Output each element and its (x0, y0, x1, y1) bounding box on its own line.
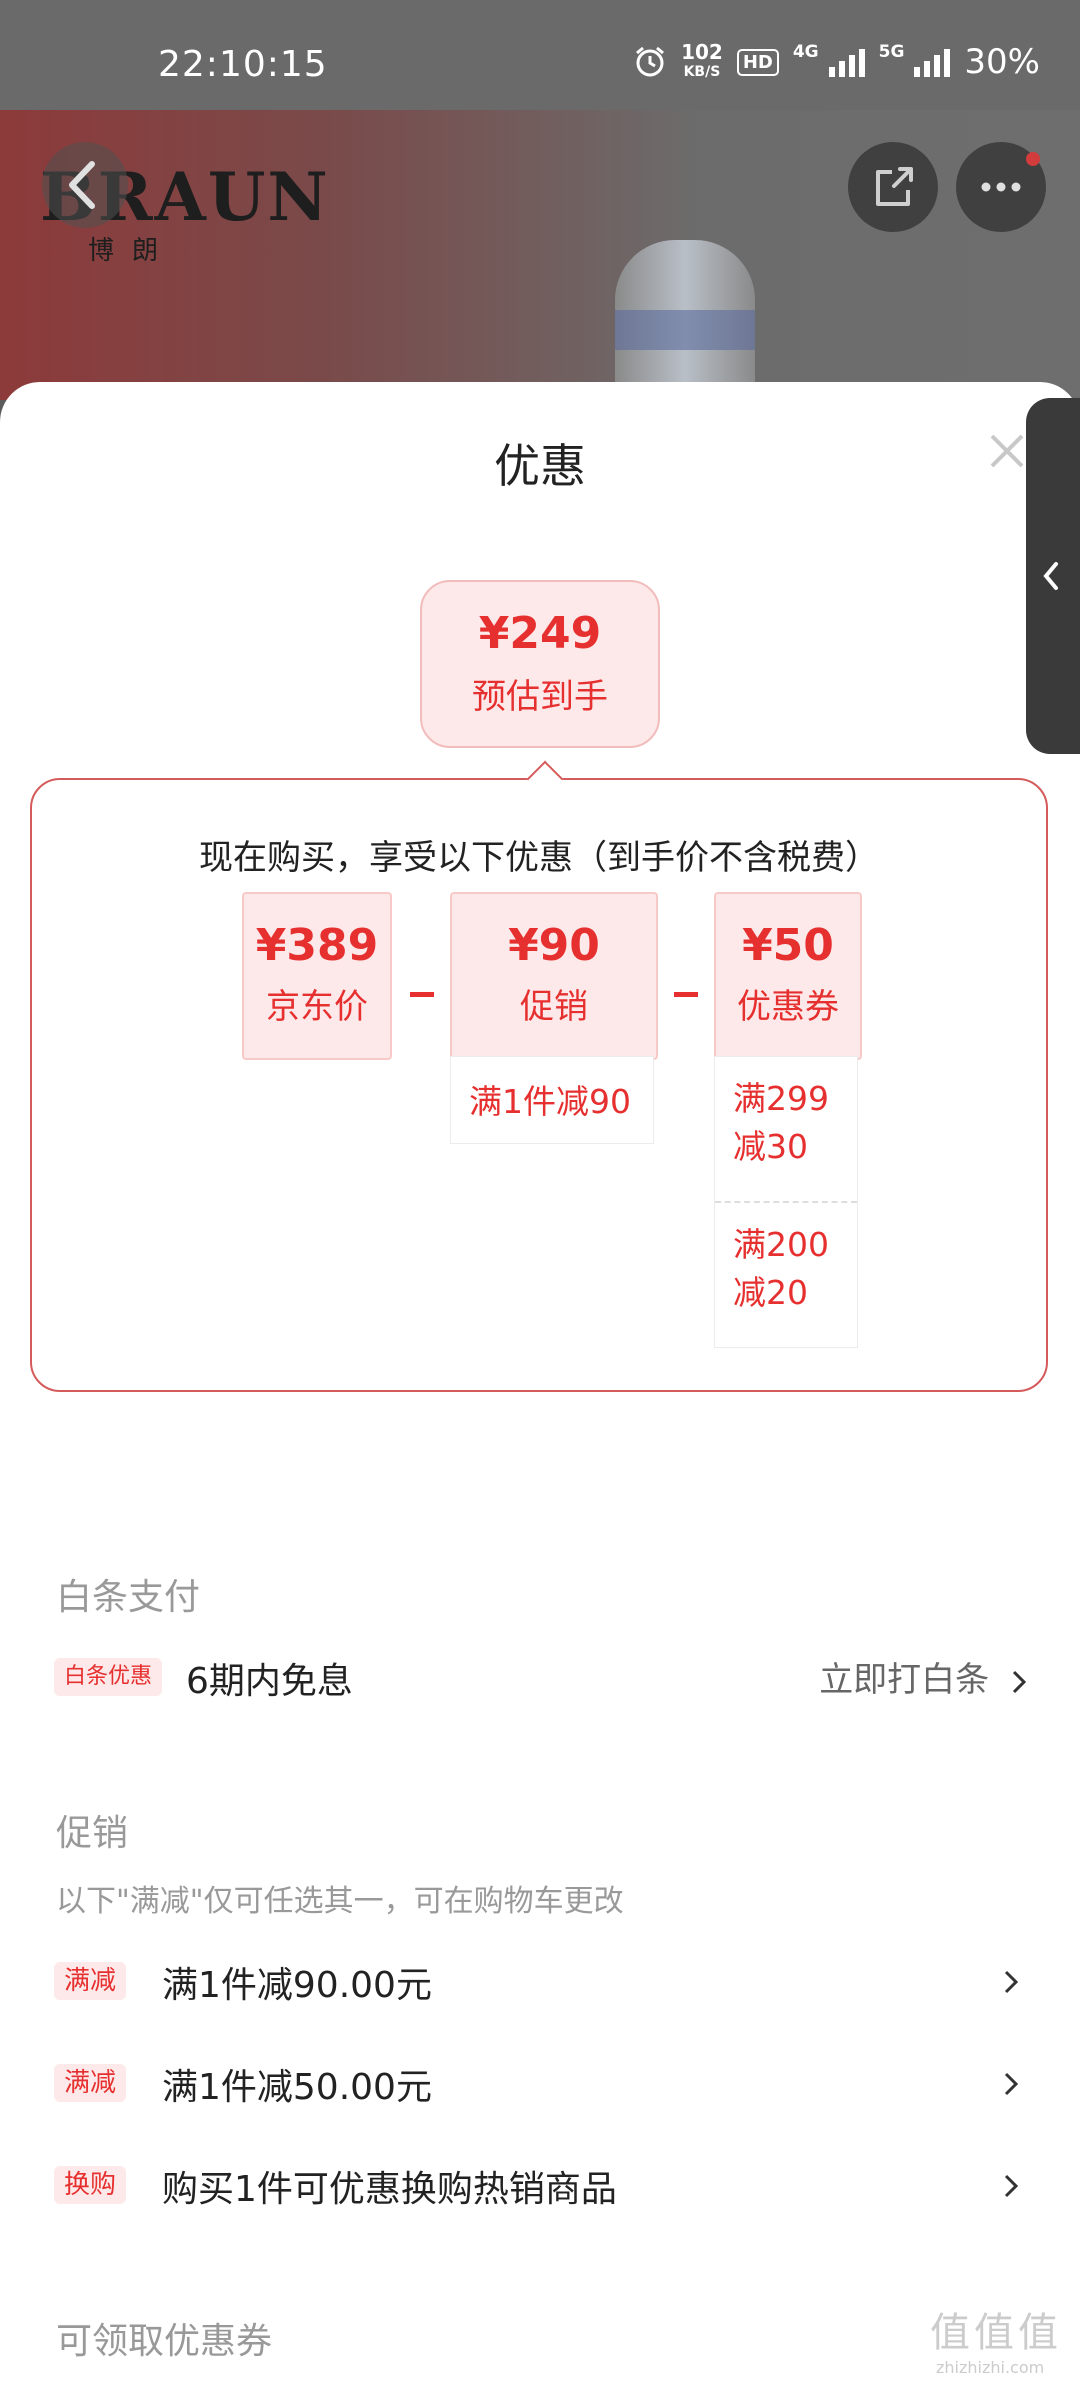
chevron-right-icon (1004, 1970, 1019, 1994)
back-arrow-icon (69, 161, 95, 209)
coupon-detail-1-line1: 满299 (733, 1079, 829, 1118)
estimated-price: ¥249 (478, 608, 602, 659)
signal-icon-2 (914, 47, 951, 77)
jd-price-cell: ¥389 京东价 (242, 892, 392, 1060)
coupon-cell: ¥50 优惠券 (714, 892, 862, 1060)
price-breakdown: 现在购买，享受以下优惠（到手价不含税费） ¥389 京东价 ¥90 促销 满1件… (30, 760, 1048, 1392)
promotion-item[interactable]: 满减 满1件减90.00元 (0, 1944, 1080, 2024)
promo-detail: 满1件减90 (450, 1056, 654, 1144)
product-header: BRAUN 博朗 (0, 110, 1080, 400)
promotion-text: 购买1件可优惠换购热销商品 (162, 2169, 617, 2210)
promotion-note: 以下"满减"仅可任选其一，可在购物车更改 (56, 1884, 624, 1919)
chevron-right-icon (1012, 1670, 1027, 1693)
product-image-band (615, 310, 755, 350)
net-speed: 102 KB/S (681, 42, 723, 82)
alarm-icon (636, 46, 665, 77)
divider (715, 1201, 857, 1203)
close-icon (990, 434, 1024, 468)
jd-price-label: 京东价 (266, 987, 368, 1027)
net-speed-unit: KB/S (683, 64, 721, 80)
more-button[interactable] (956, 142, 1046, 232)
breakdown-pointer (526, 760, 564, 798)
side-drawer-tab[interactable] (1026, 398, 1080, 754)
coupon-value: ¥50 (742, 920, 834, 971)
signal-icon (828, 47, 865, 77)
estimated-price-box: ¥249 预估到手 (420, 580, 660, 748)
sheet-title: 优惠 (494, 439, 586, 493)
share-button[interactable] (848, 142, 938, 232)
hd-badge: HD (736, 48, 779, 76)
promo-detail-text: 满1件减90 (469, 1082, 631, 1121)
promotion-section-title: 促销 (56, 1813, 129, 1854)
baitiao-action-label: 立即打白条 (819, 1660, 990, 1700)
notification-dot (1026, 152, 1040, 166)
baitiao-section-title: 白条支付 (56, 1577, 201, 1618)
watermark-site: zhizhizhi.com (936, 2358, 1045, 2377)
jd-price-value: ¥389 (255, 920, 379, 971)
minus-sign (410, 992, 434, 997)
coupon-detail-2: 满200 减20 (733, 1221, 829, 1317)
net-4g-label: 4G (792, 42, 819, 62)
promotion-item[interactable]: 换购 购买1件可优惠换购热销商品 (0, 2148, 1080, 2228)
minus-sign (674, 992, 698, 997)
coupon-detail-1: 满299 减30 (733, 1075, 829, 1171)
net-speed-value: 102 (681, 40, 723, 64)
status-time: 22:10:15 (158, 44, 328, 85)
chevron-left-icon (1043, 562, 1058, 590)
back-button[interactable] (42, 142, 128, 228)
promotion-item[interactable]: 满减 满1件减50.00元 (0, 2046, 1080, 2126)
net-5g-label: 5G (878, 42, 905, 62)
chevron-right-icon (1004, 2072, 1019, 2096)
breakdown-heading: 现在购买，享受以下优惠（到手价不含税费） (199, 838, 879, 878)
battery-level: 30% (964, 42, 1040, 82)
coupons-section-title: 可领取优惠券 (56, 2321, 273, 2362)
promo-cell: ¥90 促销 (450, 892, 658, 1060)
promo-value: ¥90 (508, 920, 600, 971)
coupon-details: 满299 减30 满200 减20 (714, 1056, 858, 1348)
promo-label: 促销 (520, 987, 588, 1027)
coupon-label: 优惠券 (737, 987, 839, 1027)
discount-sheet: 优惠 ¥249 预估到手 现在购买，享受以下优惠（到手价不含税费） ¥389 京… (0, 382, 1080, 2400)
estimated-price-label: 预估到手 (472, 677, 608, 717)
close-button[interactable] (988, 432, 1026, 474)
coupon-detail-1-line2: 减30 (733, 1127, 808, 1166)
promotion-text: 满1件减90.00元 (162, 1965, 432, 2006)
baitiao-text: 6期内免息 (186, 1661, 353, 1702)
baitiao-row[interactable]: 白条优惠 6期内免息 立即打白条 (0, 1640, 1080, 1720)
coupon-detail-2-line2: 减20 (733, 1273, 808, 1312)
chevron-right-icon (1004, 2174, 1019, 2198)
promotion-text: 满1件减50.00元 (162, 2067, 432, 2108)
status-bar: 22:10:15 102 KB/S HD 4G 5G 30% (0, 0, 1080, 110)
promotion-badge: 换购 (54, 2166, 127, 2204)
coupon-detail-2-line1: 满200 (733, 1225, 829, 1264)
share-icon (876, 167, 913, 206)
watermark: 值值值 zhizhizhi.com (930, 2300, 1062, 2377)
watermark-main: 值值值 (930, 2310, 1062, 2356)
baitiao-badge: 白条优惠 (54, 1658, 163, 1696)
baitiao-action[interactable]: 立即打白条 (819, 1652, 1028, 1701)
promotion-badge: 满减 (54, 2064, 127, 2102)
promotion-badge: 满减 (54, 1962, 127, 2000)
